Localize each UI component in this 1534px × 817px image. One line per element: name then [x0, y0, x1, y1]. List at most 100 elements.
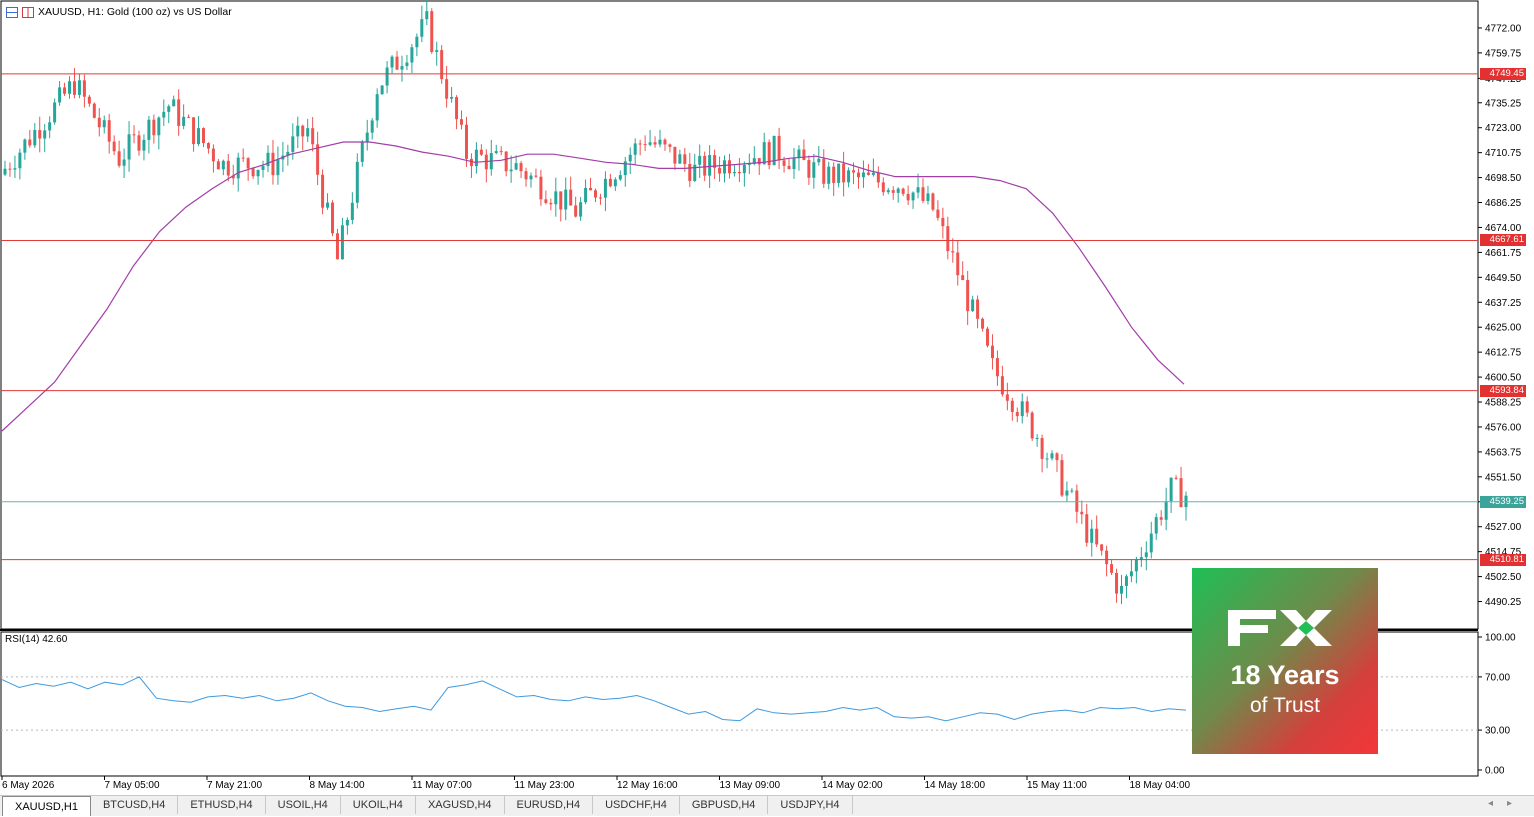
candle-body — [127, 134, 131, 160]
candle-body — [564, 189, 568, 210]
tab-eurusd-h4[interactable]: EURUSD,H4 — [505, 796, 594, 814]
candle-body — [742, 164, 746, 174]
candle-body — [296, 125, 300, 137]
candle-body — [167, 106, 171, 112]
candle-body — [63, 87, 67, 94]
candle-body — [1070, 490, 1074, 492]
candle-body — [152, 119, 156, 136]
candle-body — [981, 318, 985, 329]
candle-body — [53, 102, 57, 123]
level-price-tag: 4510.81 — [1480, 553, 1526, 566]
tab-usdjpy-h4[interactable]: USDJPY,H4 — [768, 796, 853, 814]
price-tick-label: 4661.75 — [1485, 248, 1522, 259]
time-tick-label: 7 May 05:00 — [105, 780, 160, 791]
candle-body — [1085, 514, 1089, 543]
candle-body — [871, 172, 875, 175]
candle-body — [584, 187, 588, 203]
candle-body — [936, 209, 940, 218]
rsi-tick-label: 0.00 — [1485, 766, 1505, 777]
time-tick-label: 14 May 18:00 — [925, 780, 986, 791]
candle-body — [1015, 411, 1019, 417]
candle-body — [842, 163, 846, 183]
candle-body — [638, 143, 642, 145]
candle-body — [886, 190, 890, 193]
candle-body — [474, 149, 478, 167]
candle-body — [226, 160, 230, 176]
candle-body — [926, 193, 930, 201]
candle-body — [931, 193, 935, 210]
candle-body — [628, 154, 632, 162]
level-price-tag: 4593.84 — [1480, 384, 1526, 397]
candle-body — [787, 165, 791, 170]
candle-body — [92, 103, 96, 118]
candle-body — [276, 159, 280, 176]
candle-body — [807, 160, 811, 178]
candle-body — [534, 175, 538, 177]
candle-body — [405, 62, 409, 67]
candle-body — [718, 167, 722, 174]
candle-body — [1080, 511, 1084, 515]
candle-body — [678, 154, 682, 164]
candle-body — [187, 116, 191, 118]
level-price-tag: 4749.45 — [1480, 67, 1526, 80]
time-tick-label: 18 May 04:00 — [1130, 780, 1191, 791]
candle-body — [1095, 528, 1099, 545]
candle-body — [410, 47, 414, 63]
candle-body — [1144, 552, 1148, 558]
candle-body — [236, 157, 240, 179]
candle-body — [13, 168, 17, 170]
price-tick-label: 4563.75 — [1485, 447, 1522, 458]
candle-body — [1000, 376, 1004, 395]
chart-area[interactable]: 4772.004759.754747.254735.254723.004710.… — [0, 0, 1534, 795]
chart-title-text: XAUUSD, H1: Gold (100 oz) vs US Dollar — [38, 6, 232, 18]
candle-body — [316, 144, 320, 175]
price-tick-label: 4723.00 — [1485, 123, 1522, 134]
candle-body — [911, 192, 915, 201]
candle-body — [658, 139, 662, 145]
candle-body — [971, 299, 975, 312]
candle-body — [1005, 394, 1009, 401]
badge-trust: of Trust — [1249, 694, 1321, 717]
moving-average-line — [1, 141, 1185, 432]
candle-body — [514, 163, 518, 170]
chart-type-icon[interactable] — [6, 6, 18, 18]
price-tick-label: 4612.75 — [1485, 348, 1522, 359]
candle-body — [792, 158, 796, 170]
candle-body — [415, 36, 419, 48]
candle-body — [1164, 501, 1168, 520]
candle-body — [1055, 453, 1059, 461]
candle-body — [683, 154, 687, 165]
tab-xauusd-h1[interactable]: XAUUSD,H1 — [2, 796, 91, 816]
tab-usoil-h4[interactable]: USOIL,H4 — [266, 796, 341, 814]
time-tick-label: 13 May 09:00 — [720, 780, 781, 791]
candle-body — [241, 157, 245, 159]
candle-body — [688, 164, 692, 181]
candle-body — [365, 132, 369, 143]
candle-body — [956, 252, 960, 276]
price-tick-label: 4772.00 — [1485, 23, 1522, 34]
candle-body — [1169, 477, 1173, 502]
tab-usdchf-h4[interactable]: USDCHF,H4 — [593, 796, 680, 814]
candle-body — [291, 136, 295, 152]
candle-body — [117, 151, 121, 166]
price-tick-label: 4637.25 — [1485, 298, 1522, 309]
tab-scroll-arrows-icon[interactable]: ◂▸ — [1488, 798, 1526, 809]
candle-body — [554, 191, 558, 205]
candle-body — [916, 187, 920, 193]
tab-ethusd-h4[interactable]: ETHUSD,H4 — [178, 796, 266, 814]
tab-btcusd-h4[interactable]: BTCUSD,H4 — [91, 796, 179, 814]
tab-xagusd-h4[interactable]: XAGUSD,H4 — [416, 796, 505, 814]
candle-body — [1154, 517, 1158, 534]
candle-body — [102, 120, 106, 128]
tab-ukoil-h4[interactable]: UKOIL,H4 — [341, 796, 416, 814]
time-tick-label: 11 May 23:00 — [515, 780, 575, 791]
candle-body — [48, 122, 52, 131]
candle-body — [827, 166, 831, 184]
candle-body — [82, 80, 86, 97]
rsi-tick-label: 100.00 — [1485, 633, 1516, 644]
tab-gbpusd-h4[interactable]: GBPUSD,H4 — [680, 796, 769, 814]
candle-body — [360, 142, 364, 162]
rsi-title: RSI(14) 42.60 — [5, 634, 68, 645]
chart-settings-icon[interactable] — [22, 6, 34, 18]
candle-body — [1159, 517, 1163, 520]
